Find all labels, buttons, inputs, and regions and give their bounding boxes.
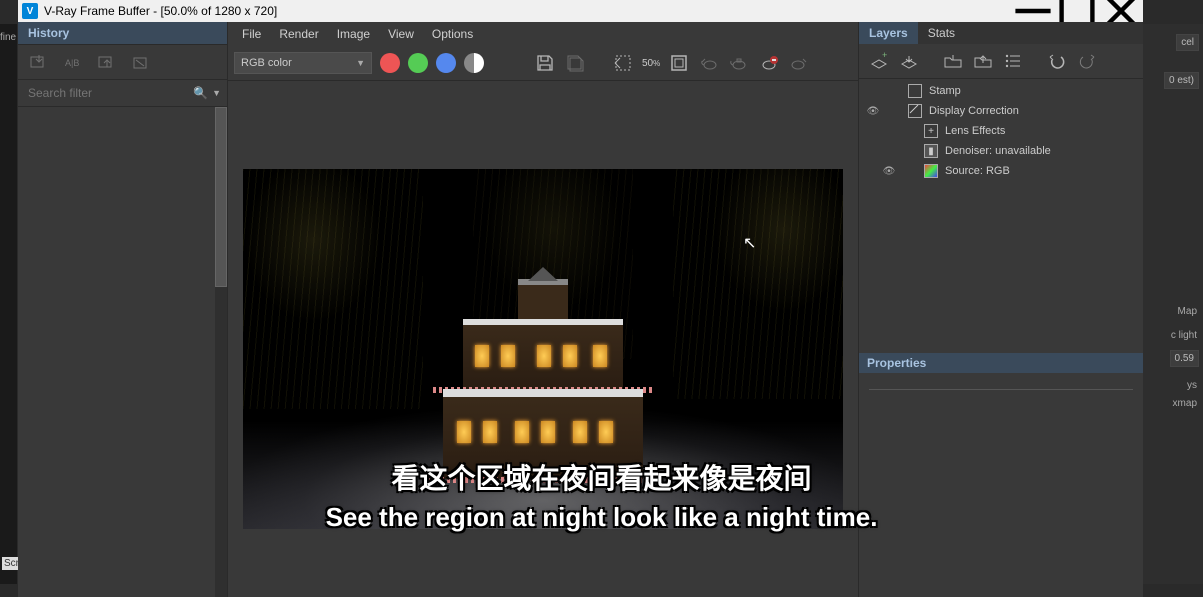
redo-icon[interactable] (1075, 50, 1099, 72)
folder-save-icon[interactable] (971, 50, 995, 72)
minimize-button[interactable] (1011, 0, 1055, 22)
window-controls (1011, 0, 1143, 22)
chevron-down-icon: ▼ (356, 58, 365, 68)
bg-txt-light: c light (1171, 330, 1197, 341)
bg-text-fine: fine (0, 32, 16, 43)
layer-label: Display Correction (929, 105, 1019, 117)
menu-options[interactable]: Options (424, 25, 481, 43)
layer-denoiser[interactable]: ▮ Denoiser: unavailable (859, 141, 1143, 161)
bg-txt-map: Map (1178, 306, 1197, 317)
save-image-button[interactable] (532, 51, 558, 75)
properties-header[interactable]: Properties (859, 353, 1143, 373)
correction-icon (907, 103, 923, 119)
source-icon (923, 163, 939, 179)
app-icon: V (22, 3, 38, 19)
plus-icon: + (923, 123, 939, 139)
red-channel-button[interactable] (380, 53, 400, 73)
teapot-prev-button[interactable] (696, 51, 722, 75)
tab-layers[interactable]: Layers (859, 22, 918, 44)
layer-label: Source: RGB (945, 165, 1010, 177)
save-all-button[interactable] (562, 51, 588, 75)
history-panel: History A|B 🔍 ▼ (18, 22, 228, 597)
bg-cell-a: cel (1176, 34, 1199, 51)
canvas-area[interactable]: ↖ (228, 81, 858, 597)
zoom-label[interactable]: 50% (642, 58, 660, 69)
visibility-icon[interactable]: 👁 (881, 166, 897, 177)
remove-layer-icon[interactable] (897, 50, 921, 72)
denoiser-icon: ▮ (923, 143, 939, 159)
layer-source[interactable]: 👁 Source: RGB (859, 161, 1143, 181)
history-save-icon[interactable] (26, 51, 52, 73)
list-icon[interactable] (1001, 50, 1025, 72)
maximize-button[interactable] (1055, 0, 1099, 22)
menu-view[interactable]: View (380, 25, 422, 43)
visibility-icon[interactable]: 👁 (865, 106, 881, 117)
svg-text:+: + (882, 52, 887, 60)
layer-label: Lens Effects (945, 125, 1005, 137)
teapot-stop-button[interactable] (756, 51, 782, 75)
menu-render[interactable]: Render (271, 25, 326, 43)
render-image: ↖ (243, 169, 843, 529)
region-render-button[interactable] (610, 51, 636, 75)
layer-label: Stamp (929, 85, 961, 97)
history-ab-icon[interactable]: A|B (60, 51, 86, 73)
bg-txt-xmap: xmap (1173, 398, 1197, 409)
search-row: 🔍 ▼ (18, 80, 227, 107)
titlebar: V V-Ray Frame Buffer - [50.0% of 1280 x … (18, 0, 1143, 22)
layer-label: Denoiser: unavailable (945, 145, 1051, 157)
house-shape (423, 269, 663, 489)
center-panel: File Render Image View Options RGB color… (228, 22, 858, 597)
history-toolbar: A|B (18, 45, 227, 80)
properties-divider (869, 389, 1133, 390)
layer-lens-effects[interactable]: + Lens Effects (859, 121, 1143, 141)
blue-channel-button[interactable] (436, 53, 456, 73)
history-list (18, 107, 227, 597)
menu-image[interactable]: Image (329, 25, 378, 43)
menu-file[interactable]: File (234, 25, 269, 43)
bg-cell-b: 0 est) (1164, 72, 1199, 89)
green-channel-button[interactable] (408, 53, 428, 73)
history-load-icon[interactable] (94, 51, 120, 73)
search-dropdown-icon[interactable]: ▼ (212, 88, 221, 98)
tab-stats[interactable]: Stats (918, 22, 965, 44)
search-input[interactable] (24, 84, 193, 102)
layer-stamp[interactable]: Stamp (859, 81, 1143, 101)
scrollbar-track[interactable] (215, 107, 227, 597)
history-tab[interactable]: History (18, 22, 227, 45)
search-icon[interactable]: 🔍 (193, 86, 208, 100)
teapot-next-button[interactable] (786, 51, 812, 75)
folder-open-icon[interactable] (941, 50, 965, 72)
layer-display-correction[interactable]: 👁 Display Correction (859, 101, 1143, 121)
bg-cell-e: 0.59 (1170, 350, 1199, 367)
channel-label: RGB color (241, 57, 292, 69)
scrollbar-thumb[interactable] (215, 107, 227, 287)
svg-text:A|B: A|B (65, 58, 79, 68)
undo-icon[interactable] (1045, 50, 1069, 72)
history-delete-icon[interactable] (128, 51, 154, 73)
mono-channel-button[interactable] (464, 53, 484, 73)
window-title: V-Ray Frame Buffer - [50.0% of 1280 x 72… (44, 4, 1011, 18)
add-layer-icon[interactable]: + (867, 50, 891, 72)
bg-left-edge: fine Scr (0, 24, 17, 584)
close-button[interactable] (1099, 0, 1143, 22)
fit-button[interactable] (666, 51, 692, 75)
teapot-button[interactable] (726, 51, 752, 75)
bg-right-strip: cel 0 est) Map c light 0.59 ys xmap (1143, 24, 1203, 584)
layers-tabs: Layers Stats (859, 22, 1143, 44)
vfb-window: V V-Ray Frame Buffer - [50.0% of 1280 x … (18, 0, 1143, 597)
stamp-icon (907, 83, 923, 99)
main-toolbar: RGB color ▼ 50% (228, 46, 858, 81)
channel-selector[interactable]: RGB color ▼ (234, 52, 372, 74)
layers-toolbar: + (859, 44, 1143, 79)
menubar: File Render Image View Options (228, 22, 858, 46)
layer-list: Stamp 👁 Display Correction + Lens Effect… (859, 79, 1143, 183)
layers-panel: Layers Stats + Stamp (858, 22, 1143, 597)
bg-txt-ys: ys (1187, 380, 1197, 391)
